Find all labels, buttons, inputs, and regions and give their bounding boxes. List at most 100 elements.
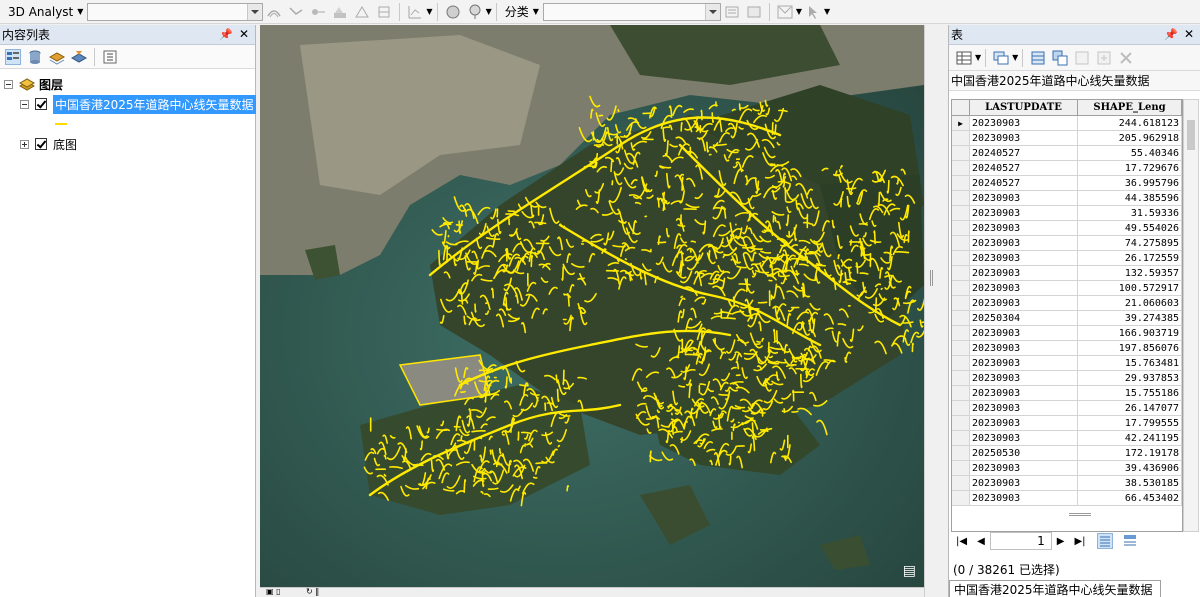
cell-shape-leng[interactable]: 49.554026 xyxy=(1078,221,1182,235)
previous-record-icon[interactable]: ◀ xyxy=(977,536,985,547)
table-row[interactable]: 20240527 36.995796 xyxy=(952,176,1182,191)
chevron-down-icon[interactable]: ▼ xyxy=(975,53,981,62)
cell-shape-leng[interactable]: 26.147077 xyxy=(1078,401,1182,415)
row-selector[interactable] xyxy=(952,401,970,415)
cell-lastupdate[interactable]: 20230903 xyxy=(970,221,1078,235)
table-row[interactable]: 20230903 74.275895 xyxy=(952,236,1182,251)
cell-shape-leng[interactable]: 38.530185 xyxy=(1078,476,1182,490)
training-sample-icon[interactable] xyxy=(724,4,740,20)
table-row[interactable]: 20230903 205.962918 xyxy=(952,131,1182,146)
resize-grip-icon[interactable] xyxy=(1069,513,1091,516)
profile-graph-icon[interactable] xyxy=(332,4,348,20)
row-selector[interactable] xyxy=(952,461,970,475)
cell-lastupdate[interactable]: 20230903 xyxy=(970,281,1078,295)
cell-lastupdate[interactable]: 20230903 xyxy=(970,476,1078,490)
select-cursor-icon[interactable] xyxy=(805,4,821,20)
row-selector[interactable] xyxy=(952,371,970,385)
road-layer-checkbox[interactable] xyxy=(35,98,47,110)
basemap-layer-row[interactable]: 底图 xyxy=(20,135,77,153)
cell-shape-leng[interactable]: 39.274385 xyxy=(1078,311,1182,325)
row-selector[interactable] xyxy=(952,326,970,340)
cell-lastupdate[interactable]: 20230903 xyxy=(970,491,1078,505)
cell-shape-leng[interactable]: 172.19178 xyxy=(1078,446,1182,460)
cell-shape-leng[interactable]: 55.40346 xyxy=(1078,146,1182,160)
table-row[interactable]: 20230903 29.937853 xyxy=(952,371,1182,386)
options-icon[interactable] xyxy=(102,49,118,65)
cell-shape-leng[interactable]: 17.799555 xyxy=(1078,416,1182,430)
cell-lastupdate[interactable]: 20230903 xyxy=(970,296,1078,310)
cell-lastupdate[interactable]: 20230903 xyxy=(970,191,1078,205)
table-row[interactable]: 20230903 39.436906 xyxy=(952,461,1182,476)
steepest-path-icon[interactable] xyxy=(288,4,304,20)
table-row[interactable]: 20230903 31.59336 xyxy=(952,206,1182,221)
close-icon[interactable]: ✕ xyxy=(239,27,249,41)
cell-lastupdate[interactable]: 20230903 xyxy=(970,206,1078,220)
current-record-input[interactable]: 1 xyxy=(989,532,1052,550)
basemap-label[interactable]: 底图 xyxy=(53,136,77,153)
table-tab[interactable]: 中国香港2025年道路中心线矢量数据 xyxy=(949,580,1161,597)
classify-table-icon[interactable] xyxy=(746,4,762,20)
chevron-down-icon[interactable]: ▼ xyxy=(486,7,492,16)
table-row[interactable]: 20230903 44.385596 xyxy=(952,191,1182,206)
cell-lastupdate[interactable]: 20230903 xyxy=(970,116,1078,130)
table-row[interactable]: ▶ 20230903 244.618123 xyxy=(952,116,1182,131)
row-selector[interactable] xyxy=(952,296,970,310)
table-row[interactable]: 20230903 15.755186 xyxy=(952,386,1182,401)
chevron-down-icon[interactable]: ▼ xyxy=(824,7,830,16)
satellite-map-image[interactable] xyxy=(260,25,924,587)
balloon-icon[interactable] xyxy=(467,4,483,20)
basemap-checkbox[interactable] xyxy=(35,138,47,150)
table-row[interactable]: 20230903 15.763481 xyxy=(952,356,1182,371)
cell-shape-leng[interactable]: 17.729676 xyxy=(1078,161,1182,175)
row-selector[interactable] xyxy=(952,386,970,400)
cell-lastupdate[interactable]: 20230903 xyxy=(970,266,1078,280)
table-row[interactable]: 20230903 132.59357 xyxy=(952,266,1182,281)
row-selector[interactable] xyxy=(952,446,970,460)
switch-selection-icon[interactable] xyxy=(1052,50,1068,66)
classify-dropdown[interactable] xyxy=(542,2,721,21)
layer-dropdown[interactable] xyxy=(87,2,264,21)
row-selector[interactable] xyxy=(952,131,970,145)
cell-lastupdate[interactable]: 20230903 xyxy=(970,431,1078,445)
cell-lastupdate[interactable]: 20230903 xyxy=(970,236,1078,250)
table-row[interactable]: 20230903 66.453402 xyxy=(952,491,1182,506)
row-selector[interactable] xyxy=(952,491,970,505)
divider-grip-icon[interactable] xyxy=(930,270,933,286)
vertical-scrollbar[interactable] xyxy=(1183,99,1199,532)
scatter-plot-icon[interactable] xyxy=(777,4,793,20)
cell-lastupdate[interactable]: 20240527 xyxy=(970,176,1078,190)
chevron-down-icon[interactable]: ▼ xyxy=(1012,53,1018,62)
chevron-down-icon[interactable]: ▼ xyxy=(796,7,802,16)
table-row[interactable]: 20230903 197.856076 xyxy=(952,341,1182,356)
cell-shape-leng[interactable]: 74.275895 xyxy=(1078,236,1182,250)
first-record-icon[interactable]: |◀ xyxy=(956,536,967,547)
cell-lastupdate[interactable]: 20230903 xyxy=(970,461,1078,475)
cell-shape-leng[interactable]: 36.995796 xyxy=(1078,176,1182,190)
delete-selected-icon[interactable] xyxy=(1118,50,1134,66)
classify-menu[interactable]: 分类 xyxy=(501,3,533,20)
row-selector[interactable] xyxy=(952,236,970,250)
row-selector[interactable] xyxy=(952,176,970,190)
cell-lastupdate[interactable]: 20230903 xyxy=(970,251,1078,265)
cell-lastupdate[interactable]: 20230903 xyxy=(970,386,1078,400)
cell-shape-leng[interactable]: 29.937853 xyxy=(1078,371,1182,385)
cell-lastupdate[interactable]: 20230903 xyxy=(970,341,1078,355)
zoom-to-selected-icon[interactable] xyxy=(1096,50,1112,66)
3d-analyst-menu[interactable]: 3D Analyst xyxy=(0,5,77,19)
pin-icon[interactable]: 📌 xyxy=(219,28,233,41)
cell-shape-leng[interactable]: 205.962918 xyxy=(1078,131,1182,145)
table-row[interactable]: 20230903 166.903719 xyxy=(952,326,1182,341)
cell-shape-leng[interactable]: 31.59336 xyxy=(1078,206,1182,220)
row-selector[interactable] xyxy=(952,311,970,325)
cell-shape-leng[interactable]: 39.436906 xyxy=(1078,461,1182,475)
cell-lastupdate[interactable]: 20230903 xyxy=(970,326,1078,340)
surface-icon[interactable] xyxy=(376,4,392,20)
table-row[interactable]: 20230903 100.572917 xyxy=(952,281,1182,296)
related-tables-icon[interactable] xyxy=(993,50,1009,66)
chevron-down-icon[interactable]: ▼ xyxy=(77,7,83,16)
cell-shape-leng[interactable]: 26.172559 xyxy=(1078,251,1182,265)
cell-lastupdate[interactable]: 20230903 xyxy=(970,356,1078,370)
cell-shape-leng[interactable]: 166.903719 xyxy=(1078,326,1182,340)
list-by-visibility-icon[interactable] xyxy=(48,49,66,65)
row-selector[interactable] xyxy=(952,356,970,370)
